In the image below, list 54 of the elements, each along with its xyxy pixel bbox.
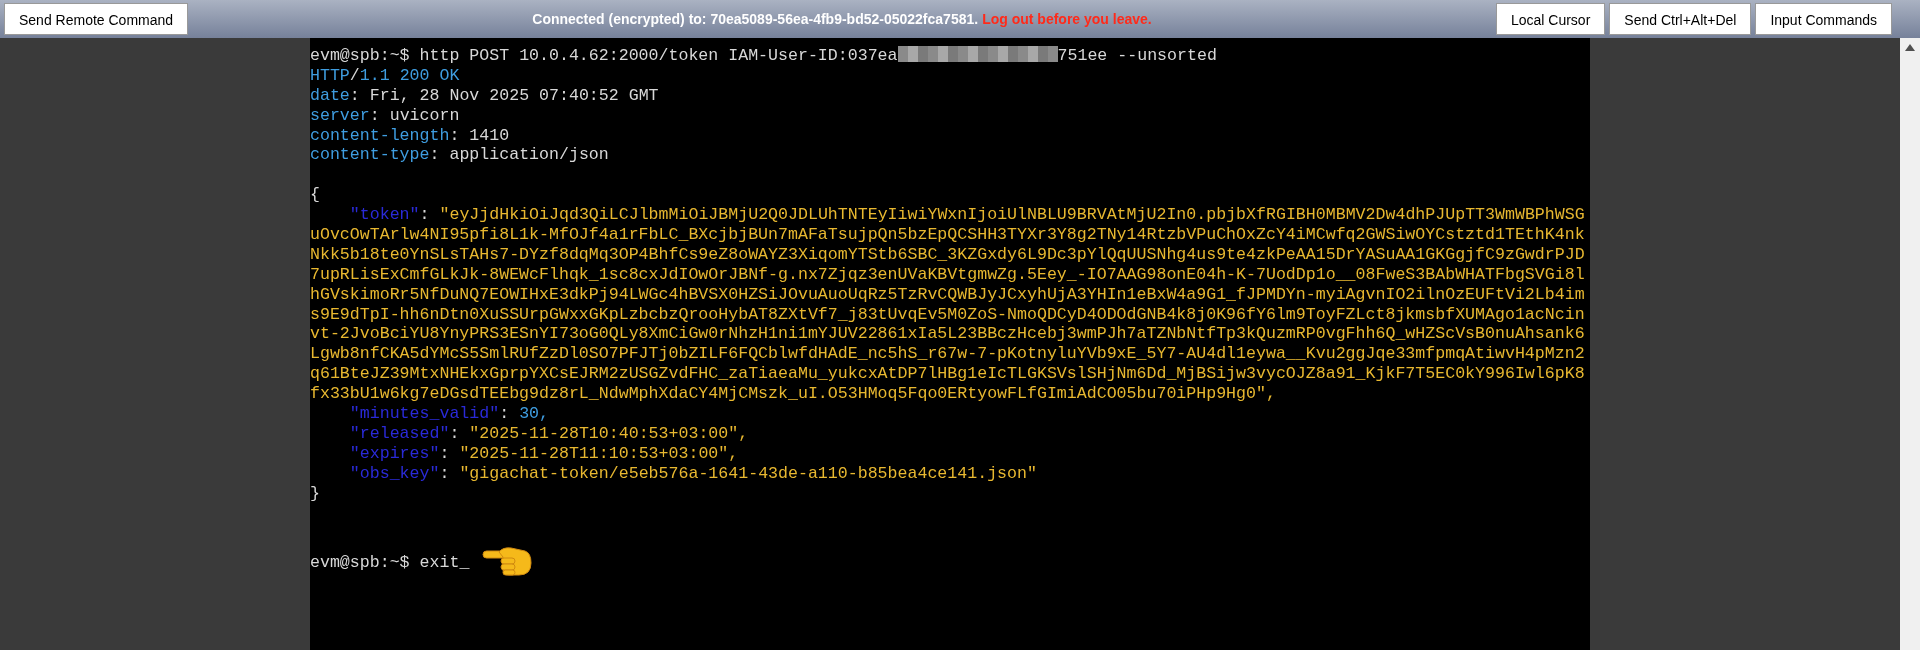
json-value: "gigachat-token/e5eb576a-1641-43de-a110-b85bea4ce141.json" — [459, 463, 1037, 483]
colon: : — [439, 463, 450, 483]
header-value: 1410 — [469, 125, 510, 145]
token-value: "eyJjdHkiOiJqd3QiLCJlbmMiOiJBMjU2Q0JDLUhTNTEyIiwiYWxnIjoiUlNBLU9BRVAtMjU2In0.pbjbXfRGIBH0MBMV2Dw4dhPJUpTT3WmWBPhWSG — [439, 205, 1585, 225]
toolbar-button[interactable]: Local Cursor — [1495, 3, 1606, 35]
colon: : — [439, 443, 450, 463]
toolbar-button[interactable]: Send Ctrl+Alt+Del — [1609, 3, 1752, 35]
json-key: "released" — [310, 423, 450, 443]
header-name: date — [310, 85, 350, 105]
token-value: Nkk5b18te0YnSLsTAHs7-DYzf8dqMq3OP4BhfCs9eZ8oWAYZ3XiqomYTStb6SBC_3KZGxdy6L9Dc3pYlQqUUSNhg4us9te4zkPeAA15DrYASuAA1GKGgjfC9zGwdrPJD — [310, 244, 1585, 264]
header-value: application/json — [449, 145, 609, 165]
header-value: uvicorn — [389, 105, 460, 125]
colon: : — [429, 145, 440, 165]
scroll-up-icon[interactable] — [1904, 42, 1916, 52]
toolbar-button[interactable]: Send Remote Command — [4, 3, 189, 35]
header-name: content-type — [310, 145, 430, 165]
token-value: fx33bU1w6kg7eDGsdTEEbg9dz8rL_NdwMphXdaCY4MjCMszk_uI.O53HMoq5Fqo0ERtyowFLfGImiAdCO05bu70iPHp9Hg0", — [310, 384, 1276, 404]
colon: : — [349, 85, 360, 105]
json-value: 30, — [519, 404, 549, 424]
toolbar-button[interactable]: Input Commands — [1755, 3, 1892, 35]
slash-text: / — [349, 65, 360, 85]
command-text: exit_ — [419, 553, 470, 573]
logout-warning: Log out before you leave. — [982, 9, 1152, 29]
json-key: "token" — [310, 205, 420, 225]
json-value: "2025-11-28T11:10:53+03:00", — [459, 443, 739, 463]
colon: : — [449, 125, 460, 145]
json-key: "expires" — [310, 443, 440, 463]
header-value: Fri, 28 Nov 2025 07:40:52 GMT — [369, 85, 659, 105]
json-key: "obs_key" — [310, 463, 440, 483]
token-value: vt-2JvoBciYU8YnyPRS3ESnYI73oG0QLy8XmCiGw0rNhzH1ni1mYJUV22861xIa5L23BBczHcebj3wmPJh7aTZNbNtfTp3kQuzmRP0vgFhh6Q_wHZScVsB0nuAhsank6 — [310, 324, 1585, 344]
header-name: server — [310, 105, 370, 125]
colon: : — [499, 404, 510, 424]
colon: : — [449, 423, 460, 443]
status-text: 1.1 200 OK — [359, 65, 460, 85]
connection-status: Connected (encrypted) to: 70ea5089-56ea-4fb9-bd52-05022fca7581. — [532, 9, 979, 29]
shell-prompt: evm@spb:~$ — [310, 46, 411, 65]
protocol-text: HTTP — [310, 65, 350, 85]
command-text: http POST 10.0.4.62:2000/token IAM-User-ID:037ea — [419, 46, 898, 65]
header-name: content-length — [310, 125, 450, 145]
token-value: hGVskimoRr5NfDuNQ7EOWIHxE3dkPj94LWGc4hBVSX0HZSiJOvuAuoUqRz5TzRvCQWBJyJCxyhUjA3YHIn1eBxW4a9G1_fJPMDYn-myiAgvnIO2ilnOzEUFtVi2Lb4im — [310, 284, 1585, 304]
scrollbar[interactable] — [1900, 38, 1920, 650]
command-text: 751ee --unsorted — [1057, 46, 1217, 65]
brace: } — [310, 483, 320, 503]
brace: { — [310, 185, 320, 205]
token-value: q61BteJZ39MtxNHEkxGprpYXCsEJRM2zUSGZvdFHC_zaTiaeaMu_yukcxAtDP7lHBg1eIcTLGKSVslSHjNm6Dd_MjBSijw3vycOJZ8a91_KjkF7T5EC0kY996Iwl6pK8 — [310, 364, 1585, 384]
token-value: s9E9dTpI-hh6nDtn0XuSSUrpGWxxGKpLzbcbzQrooHybAT8ZXtVf7_j83tUvqEv5M0ZoS-NmoQDCyD4ODOdGNB4k8j0K96fY6lm9ToyFZLct8jkmsbfXUMAgo1acNcin — [310, 304, 1585, 324]
shell-prompt: evm@spb:~$ — [310, 553, 411, 573]
json-value: "2025-11-28T10:40:53+03:00", — [469, 423, 749, 443]
token-value: uOvcOwTArlw4NI95pfi8L1k-MfOJf4a1rFbLC_BXcjbjBUn7mAFaTsujpQn5bzEpQCSHH3TYXr3Y8g2TNy14RtzbVPuChOxZcY4iMCwfq2GWSiwOYCstztd1TEthK4nk — [310, 225, 1585, 244]
json-key: "minutes_valid" — [310, 404, 500, 424]
token-value: Lgwb8nfCKA5dYMcS5SmlRUfZzDl0SO7PFJTj0bZILF6FQCblwfdHAdE_nc5hS_r67w-7-pKotnyluYVb9xE_5Y7-AU4dl1eywa__Kvu2ggJqe33mfpmqAtiwvH4pMzn2 — [310, 344, 1585, 364]
colon: : — [419, 205, 430, 225]
colon: : — [369, 105, 380, 125]
token-value: 7upRLisExCmfGLkJk-8WEWcFlhqk_1sc8cxJdIOwOrJBNf-g.nx7Zjqz3enUVaKBVtgmwZg.5Eey_-IO7AAG98onE04h-K-7UodDp1o__08FweS3BAbWHATFbgSVGi8l — [310, 264, 1585, 284]
